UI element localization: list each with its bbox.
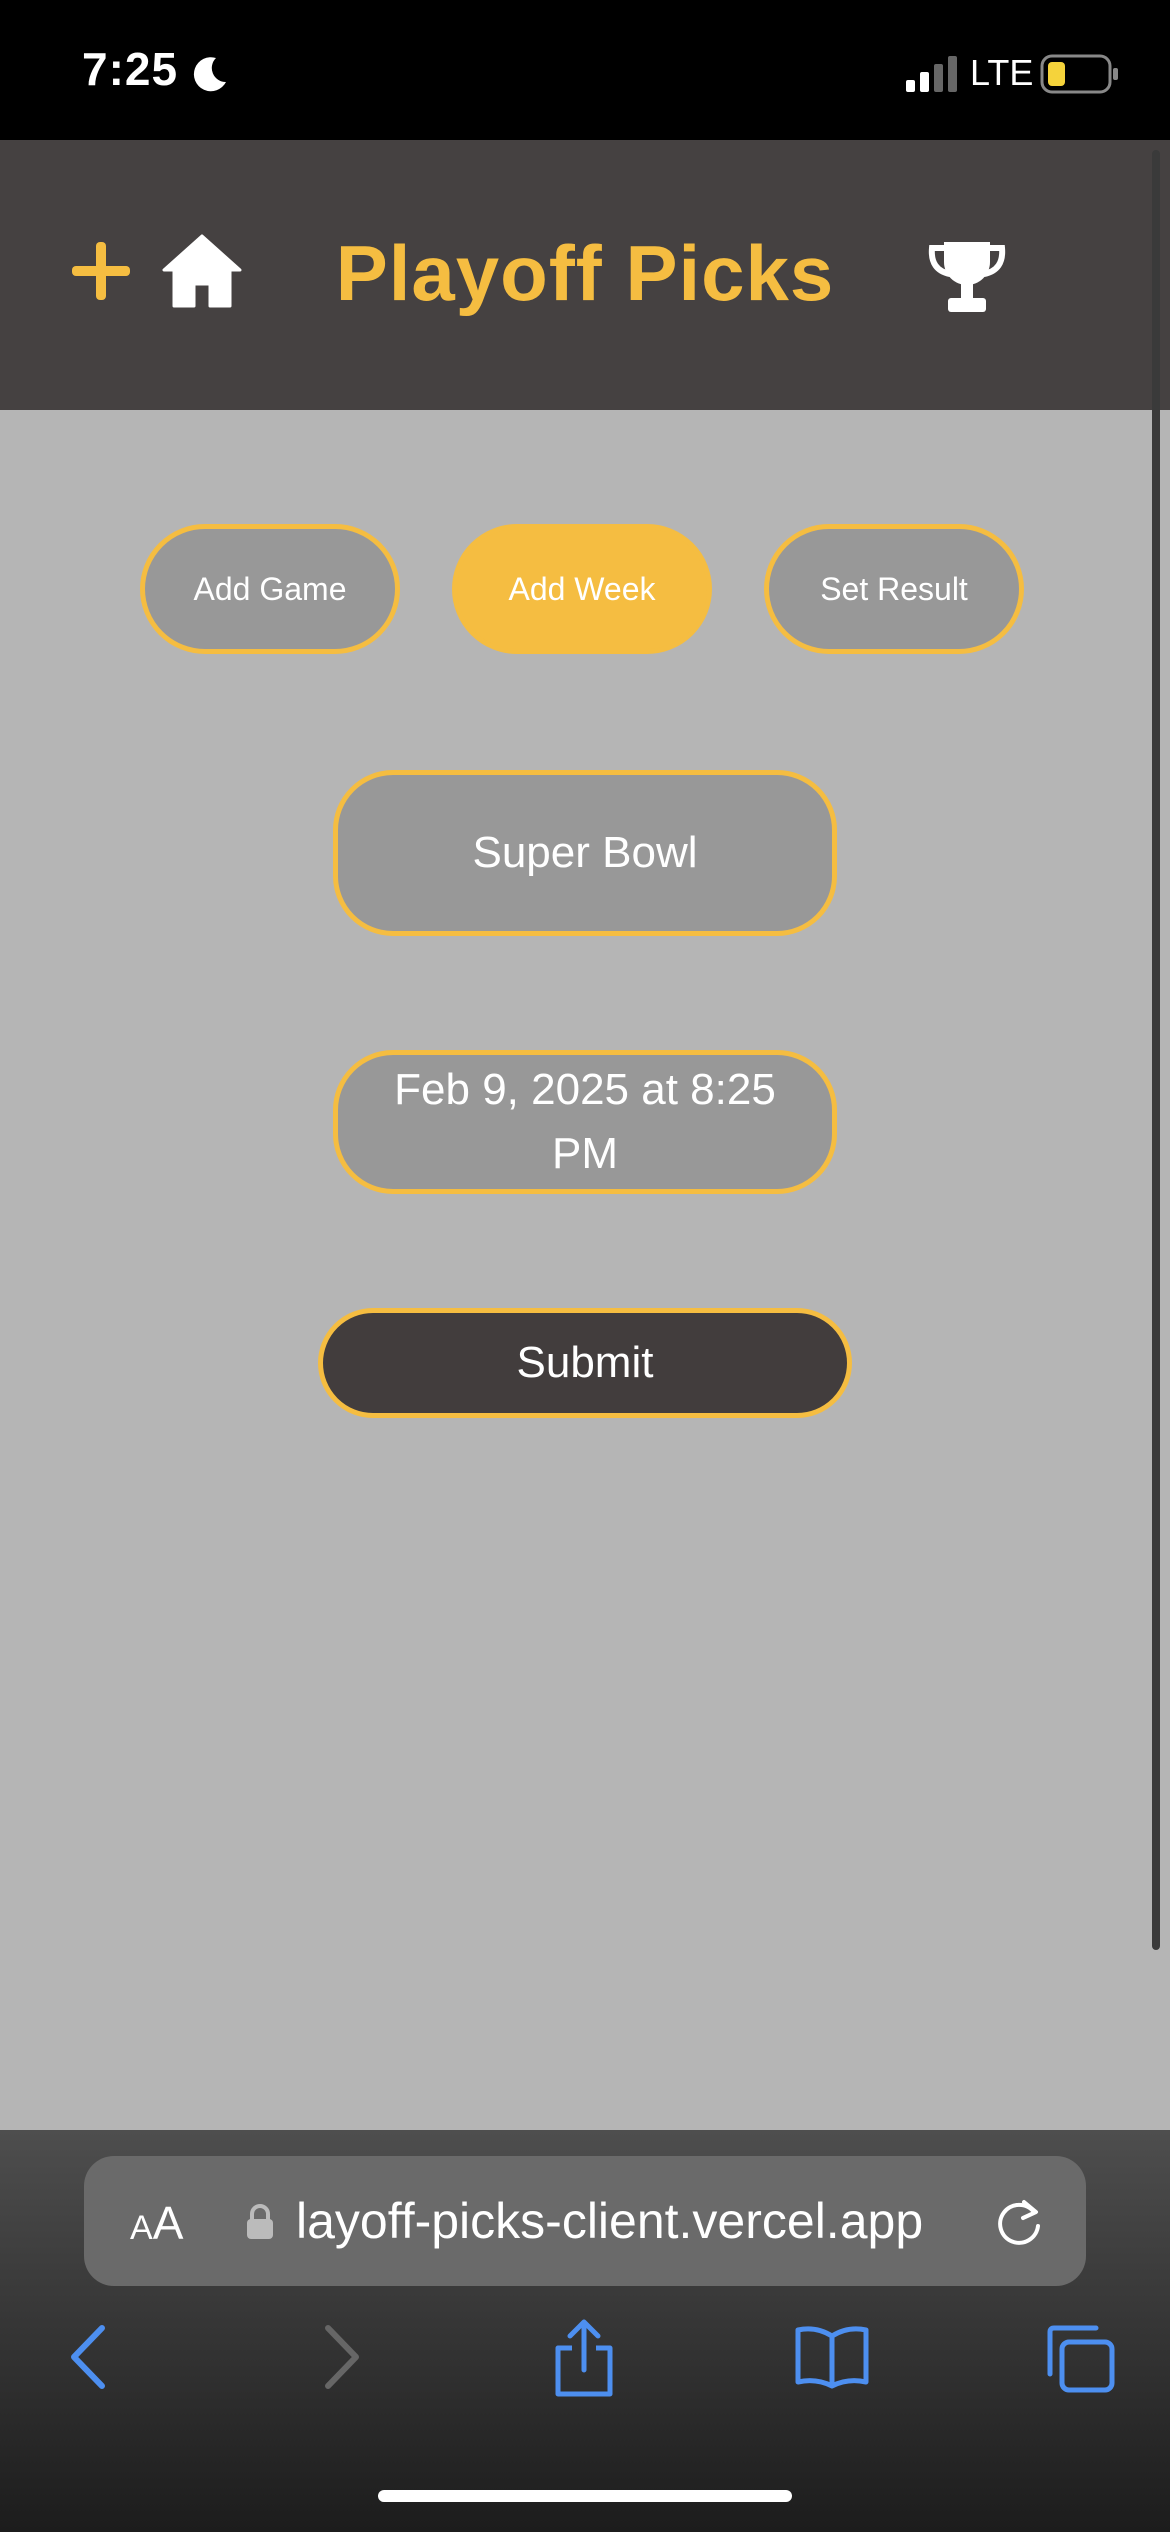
forward-icon[interactable] xyxy=(320,2324,364,2390)
page-title: Playoff Picks xyxy=(335,229,835,317)
status-bar: 7:25 LTE xyxy=(0,0,1170,140)
lock-icon xyxy=(247,2204,273,2239)
set-result-button[interactable]: Set Result xyxy=(764,524,1024,654)
home-indicator xyxy=(378,2490,792,2502)
deadline-datetime-input[interactable]: Feb 9, 2025 at 8:25 PM xyxy=(333,1050,837,1194)
add-week-button[interactable]: Add Week xyxy=(452,524,712,654)
home-icon[interactable] xyxy=(162,234,242,308)
week-name-input[interactable]: Super Bowl xyxy=(333,770,837,936)
network-type: LTE xyxy=(970,52,1034,93)
share-icon[interactable] xyxy=(552,2318,616,2398)
url-text[interactable]: layoff-picks-client.vercel.app xyxy=(296,2192,956,2250)
battery-icon xyxy=(1040,54,1118,94)
plus-icon[interactable] xyxy=(70,240,132,302)
bookmarks-icon[interactable] xyxy=(794,2324,870,2390)
submit-button[interactable]: Submit xyxy=(318,1308,852,1418)
text-size-button[interactable]: AA xyxy=(130,2196,183,2250)
page-scrollbar[interactable] xyxy=(1152,150,1160,1950)
add-game-button[interactable]: Add Game xyxy=(140,524,400,654)
back-icon[interactable] xyxy=(66,2324,110,2390)
status-time: 7:25 xyxy=(82,43,179,95)
focus-moon-icon xyxy=(193,57,226,92)
cellular-signal-icon xyxy=(906,56,957,92)
reload-icon[interactable] xyxy=(996,2194,1044,2248)
tabs-icon[interactable] xyxy=(1044,2324,1116,2394)
trophy-icon[interactable] xyxy=(928,240,1006,316)
